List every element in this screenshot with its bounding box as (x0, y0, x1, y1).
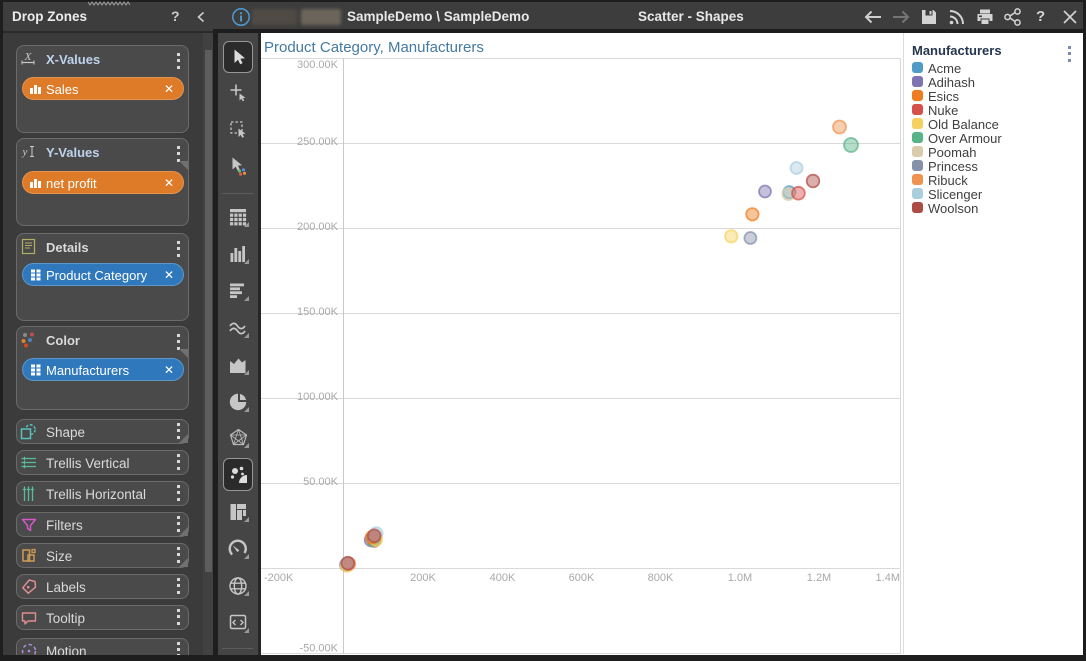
svg-text:X: X (24, 51, 33, 63)
svg-text:50.00K: 50.00K (303, 476, 339, 488)
svg-text:600K: 600K (569, 572, 595, 584)
svg-text:250.00K: 250.00K (297, 136, 339, 148)
svg-text:300.00K: 300.00K (297, 59, 339, 71)
svg-text:1.4M: 1.4M (876, 572, 900, 584)
svg-text:1.2M: 1.2M (807, 572, 831, 584)
svg-text:y: y (22, 146, 28, 158)
svg-text:200K: 200K (410, 572, 436, 584)
svg-text:800K: 800K (648, 572, 674, 584)
svg-text:Product Category, Manufacturer: Product Category, Manufacturers (264, 39, 484, 56)
svg-text:-200K: -200K (264, 572, 294, 584)
svg-text:400K: 400K (490, 572, 516, 584)
svg-text:100.00K: 100.00K (297, 391, 339, 403)
svg-text:-50.00K: -50.00K (299, 642, 338, 654)
svg-text:150.00K: 150.00K (297, 306, 339, 318)
svg-text:200.00K: 200.00K (297, 221, 339, 233)
svg-text:1.0M: 1.0M (728, 572, 752, 584)
